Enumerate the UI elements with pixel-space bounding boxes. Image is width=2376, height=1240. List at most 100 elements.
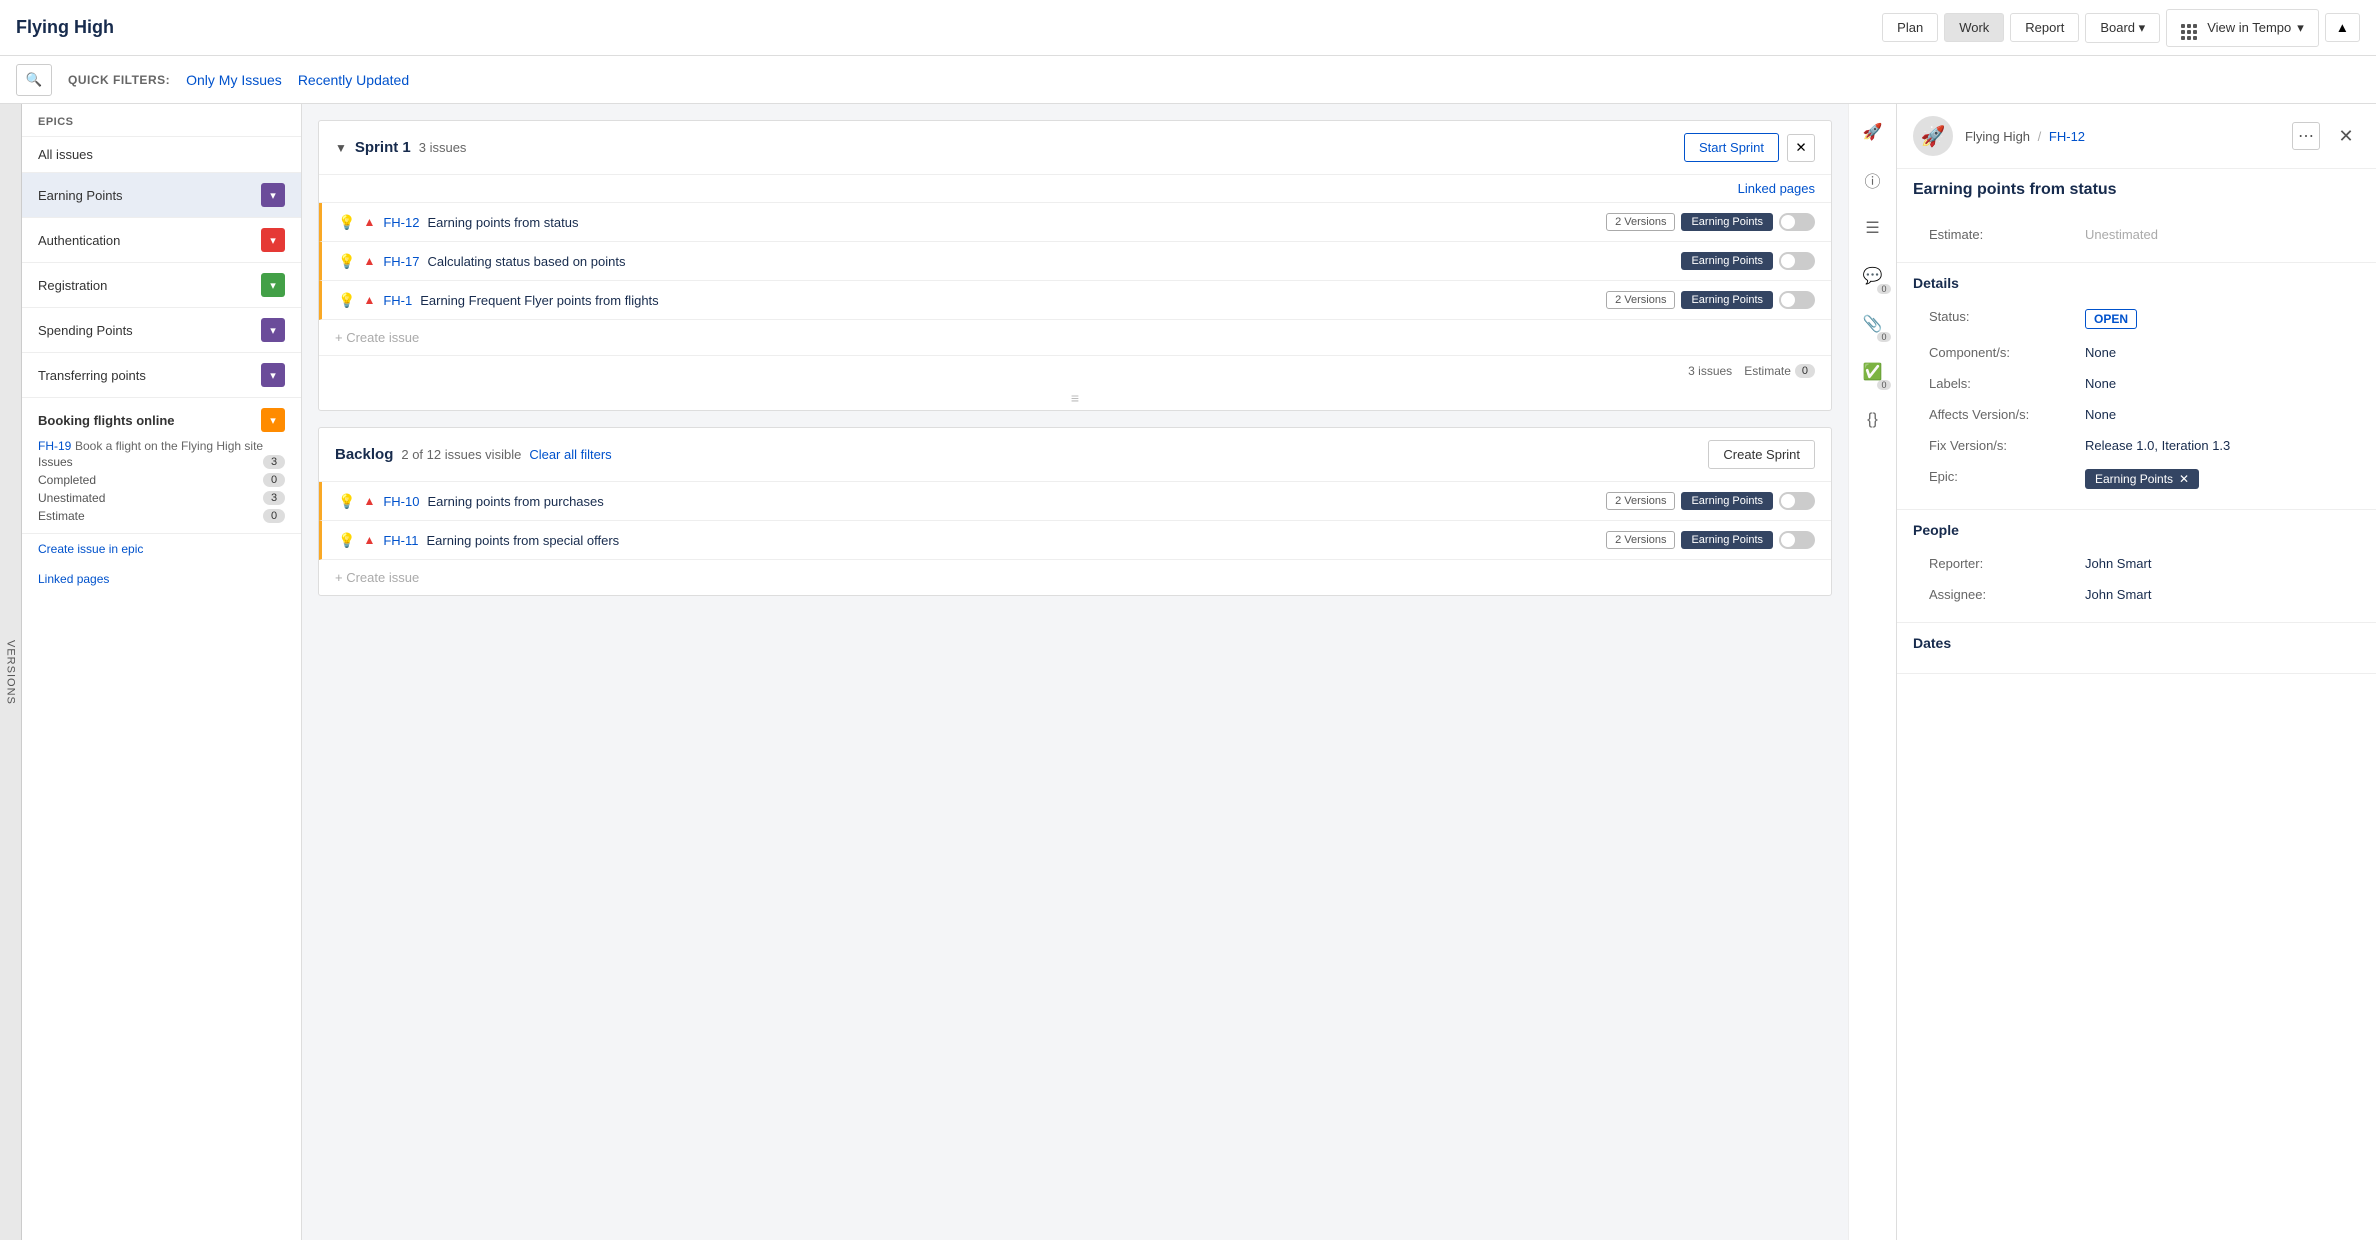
detail-icon-paperclip[interactable]: 📎 0 [1857,308,1889,340]
issue-epic-fh10[interactable]: Earning Points [1681,492,1773,510]
epic-label-authentication: Authentication [38,233,120,248]
detail-panel: 🚀 Flying High / FH-12 ⋯ ✕ Earning points… [1896,104,2376,1240]
booking-flights-color-btn[interactable]: ▾ [261,408,285,432]
linked-pages-link[interactable]: Linked pages [22,564,301,594]
issues-stat-count: 3 [263,455,285,469]
sprint-close-button[interactable]: ✕ [1787,134,1815,162]
detail-icon-code[interactable]: {} [1857,404,1889,436]
issue-priority-icon-fh11: ▲ [363,533,375,547]
sprint-chevron[interactable]: ▼ [335,141,347,155]
issue-type-icon-fh12: 💡 [338,214,355,231]
backlog-create-issue[interactable]: + Create issue [319,560,1831,595]
issue-priority-icon-fh17: ▲ [363,254,375,268]
epic-item-registration[interactable]: Registration ▾ [22,263,301,308]
issue-summary-fh1: Earning Frequent Flyer points from fligh… [420,293,658,308]
issue-toggle-fh12[interactable] [1779,213,1815,231]
epic-color-authentication[interactable]: ▾ [261,228,285,252]
recently-updated-link[interactable]: Recently Updated [298,72,409,88]
issue-key-fh10[interactable]: FH-10 [383,494,419,509]
issue-toggle-fh17[interactable] [1779,252,1815,270]
detail-icon-comment[interactable]: 💬 0 [1857,260,1889,292]
issue-toggle-fh10[interactable] [1779,492,1815,510]
affects-version-value: None [2085,407,2116,422]
epic-item-earning-points[interactable]: Earning Points ▾ [22,173,301,218]
drag-handle[interactable]: ≡ [319,386,1831,410]
component-label: Component/s: [1929,345,2069,360]
epic-item-authentication[interactable]: Authentication ▾ [22,218,301,263]
clear-filters-link[interactable]: Clear all filters [529,447,611,462]
start-sprint-button[interactable]: Start Sprint [1684,133,1779,162]
issue-versions-fh1[interactable]: 2 Versions [1606,291,1675,309]
epic-color-transferring-points[interactable]: ▾ [261,363,285,387]
backlog-issue-row-fh11: 💡 ▲ FH-11 Earning points from special of… [319,521,1831,560]
issue-epic-fh12[interactable]: Earning Points [1681,213,1773,231]
detail-side-icons: 🚀 ⓘ ☰ 💬 0 📎 0 ✅ 0 {} [1848,104,1896,1240]
breadcrumb-issue-key[interactable]: FH-12 [2049,129,2085,144]
view-in-tempo-button[interactable]: View in Tempo ▾ [2166,9,2319,47]
issue-versions-fh10[interactable]: 2 Versions [1606,492,1675,510]
issue-toggle-fh11[interactable] [1779,531,1815,549]
completed-stat-label: Completed [38,473,96,487]
report-button[interactable]: Report [2010,13,2079,42]
issue-epic-fh11[interactable]: Earning Points [1681,531,1773,549]
issue-versions-fh11[interactable]: 2 Versions [1606,531,1675,549]
issue-toggle-fh1[interactable] [1779,291,1815,309]
issue-summary-fh12: Earning points from status [427,215,578,230]
issue-key-fh12[interactable]: FH-12 [383,215,419,230]
estimate-label: Estimate: [1929,227,2069,242]
issue-epic-fh1[interactable]: Earning Points [1681,291,1773,309]
issue-key-fh1[interactable]: FH-1 [383,293,412,308]
epic-item-transferring-points[interactable]: Transferring points ▾ [22,353,301,398]
collapse-button[interactable]: ▲ [2325,13,2360,42]
status-label: Status: [1929,309,2069,324]
issue-type-icon-fh11: 💡 [338,532,355,549]
epic-color-registration[interactable]: ▾ [261,273,285,297]
detail-title: Earning points from status [1897,169,2376,207]
issues-stat-label: Issues [38,455,73,469]
sprint-issue-row-fh12: 💡 ▲ FH-12 Earning points from status 2 V… [319,203,1831,242]
issue-key-fh11[interactable]: FH-11 [383,533,418,548]
detail-icon-rocket[interactable]: 🚀 [1857,116,1889,148]
detail-avatar: 🚀 [1913,116,1953,156]
sprint-create-issue[interactable]: + Create issue [319,320,1831,355]
issue-summary-fh10: Earning points from purchases [427,494,603,509]
epic-color-earning-points[interactable]: ▾ [261,183,285,207]
create-issue-in-epic-link[interactable]: Create issue in epic [22,534,301,564]
epic-item-spending-points[interactable]: Spending Points ▾ [22,308,301,353]
affects-version-label: Affects Version/s: [1929,407,2069,422]
fix-version-label: Fix Version/s: [1929,438,2069,453]
versions-tab[interactable]: VERSIONS [0,104,22,1240]
status-badge[interactable]: OPEN [2085,309,2137,329]
issue-versions-fh12[interactable]: 2 Versions [1606,213,1675,231]
search-button[interactable]: 🔍 [16,64,52,96]
epic-value-tag[interactable]: Earning Points ✕ [2085,469,2199,489]
detail-icon-info[interactable]: ⓘ [1857,164,1889,196]
work-button[interactable]: Work [1944,13,2004,42]
detail-icon-list[interactable]: ☰ [1857,212,1889,244]
all-issues-item[interactable]: All issues [22,137,301,173]
app-title: Flying High [16,17,114,38]
sprint-linked-pages-link[interactable]: Linked pages [1738,181,1815,196]
epic-label-transferring-points: Transferring points [38,368,146,383]
only-my-issues-link[interactable]: Only My Issues [186,72,282,88]
epic-color-spending-points[interactable]: ▾ [261,318,285,342]
epic-remove-icon[interactable]: ✕ [2179,472,2189,486]
detail-icon-checklist[interactable]: ✅ 0 [1857,356,1889,388]
create-sprint-button[interactable]: Create Sprint [1708,440,1815,469]
backlog-section: Backlog 2 of 12 issues visible Clear all… [318,427,1832,596]
fix-version-value: Release 1.0, Iteration 1.3 [2085,438,2230,453]
detail-close-button[interactable]: ✕ [2332,122,2360,150]
sprint-estimate-badge: 0 [1795,364,1815,378]
assignee-value: John Smart [2085,587,2151,602]
issue-epic-fh17[interactable]: Earning Points [1681,252,1773,270]
labels-label: Labels: [1929,376,2069,391]
issue-key-fh17[interactable]: FH-17 [383,254,419,269]
sprint-name: Sprint 1 [355,139,411,156]
sprint-footer-issues: 3 issues [1688,364,1732,378]
board-button[interactable]: Board ▾ [2085,13,2160,43]
detail-menu-button[interactable]: ⋯ [2292,122,2320,150]
booking-fh-key[interactable]: FH-19 [38,439,71,453]
issue-summary-fh11: Earning points from special offers [426,533,619,548]
backlog-count: 2 of 12 issues visible [401,447,521,462]
plan-button[interactable]: Plan [1882,13,1938,42]
